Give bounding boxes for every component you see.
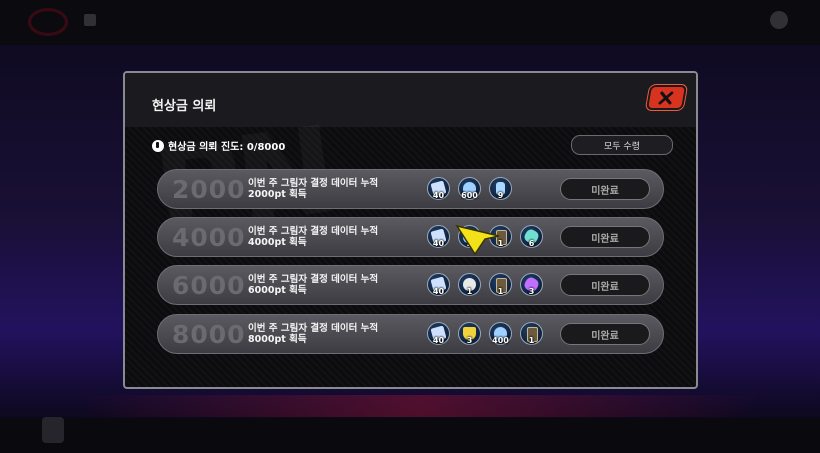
bounty-description: 이번 주 그림자 결정 데이터 누적 8000pt 획득 bbox=[248, 323, 378, 345]
reward-item[interactable]: 9 bbox=[489, 177, 512, 200]
bounty-description-line2: 4000pt 획득 bbox=[248, 237, 307, 248]
bounty-description-line2: 8000pt 획득 bbox=[248, 334, 307, 345]
reward-count: 40 bbox=[432, 287, 445, 296]
bounty-description: 이번 주 그림자 결정 데이터 누적 6000pt 획득 bbox=[248, 274, 378, 296]
reward-count: 6 bbox=[528, 239, 535, 248]
bounty-description-line1: 이번 주 그림자 결정 데이터 누적 bbox=[248, 274, 379, 285]
reward-item[interactable]: 40 bbox=[427, 177, 450, 200]
reward-item[interactable]: 3 bbox=[520, 273, 543, 296]
bounty-threshold: 4000 bbox=[172, 223, 246, 252]
status-button[interactable]: 미완료 bbox=[560, 274, 650, 296]
reward-item[interactable]: 1 bbox=[458, 273, 481, 296]
bounty-description-line2: 6000pt 획득 bbox=[248, 285, 307, 296]
bounty-description-line2: 2000pt 획득 bbox=[248, 189, 307, 200]
reward-count: 40 bbox=[432, 336, 445, 345]
reward-item[interactable]: 40 bbox=[427, 273, 450, 296]
reward-item[interactable]: 3 bbox=[458, 322, 481, 345]
reward-item[interactable]: 40 bbox=[427, 322, 450, 345]
bounty-threshold: 2000 bbox=[172, 175, 246, 204]
reward-count: 600 bbox=[461, 191, 478, 200]
reward-item[interactable]: 1 bbox=[489, 273, 512, 296]
bounty-row: 6000 이번 주 그림자 결정 데이터 누적 6000pt 획득 40 1 1 3 미완료 bbox=[157, 265, 664, 305]
claim-all-button[interactable]: 모두 수령 bbox=[571, 135, 673, 155]
status-button[interactable]: 미완료 bbox=[560, 178, 650, 200]
info-icon bbox=[152, 139, 164, 152]
reward-count: 40 bbox=[432, 239, 445, 248]
bounty-description-line1: 이번 주 그림자 결정 데이터 누적 bbox=[248, 178, 379, 189]
reward-count: 400 bbox=[492, 336, 509, 345]
reward-count: 40 bbox=[432, 191, 445, 200]
bounty-progress: 현상금 의뢰 진도: 0/8000 bbox=[152, 138, 285, 153]
reward-count: 1 bbox=[466, 287, 473, 296]
pointer-arrow-icon bbox=[455, 224, 500, 256]
bounty-description-line1: 이번 주 그림자 결정 데이터 누적 bbox=[248, 323, 379, 334]
close-button[interactable] bbox=[645, 85, 688, 110]
reward-item[interactable]: 40 bbox=[427, 225, 450, 248]
bounty-row: 4000이번 주 그림자 결정 데이터 누적4000pt 획득40216미완료 bbox=[157, 217, 664, 257]
bounty-row: 8000 이번 주 그림자 결정 데이터 누적 8000pt 획득 40 3 400 1 미완… bbox=[157, 314, 664, 354]
status-button[interactable]: 미완료 bbox=[560, 323, 650, 345]
status-button[interactable]: 미완료 bbox=[560, 226, 650, 248]
bounty-description-line1: 이번 주 그림자 결정 데이터 누적 bbox=[248, 226, 379, 237]
close-icon bbox=[658, 91, 674, 105]
bounty-description: 이번 주 그림자 결정 데이터 누적 2000pt 획득 bbox=[248, 178, 378, 200]
dialog-title: 현상금 의뢰 bbox=[152, 99, 217, 114]
reward-count: 3 bbox=[466, 336, 473, 345]
bounty-dialog: PN 현상금 의뢰 현상금 의뢰 진도: 0/8000 모두 수령 2000이번… bbox=[123, 71, 698, 389]
reward-item[interactable]: 1 bbox=[520, 322, 543, 345]
reward-count: 9 bbox=[497, 191, 504, 200]
reward-item[interactable]: 400 bbox=[489, 322, 512, 345]
reward-count: 1 bbox=[528, 336, 535, 345]
bounty-description: 이번 주 그림자 결정 데이터 누적 4000pt 획득 bbox=[248, 226, 378, 248]
progress-label: 현상금 의뢰 진도: 0/8000 bbox=[168, 142, 286, 153]
reward-item[interactable]: 600 bbox=[458, 177, 481, 200]
reward-count: 1 bbox=[497, 287, 504, 296]
reward-count: 3 bbox=[528, 287, 535, 296]
bounty-threshold: 6000 bbox=[172, 271, 246, 300]
reward-item[interactable]: 6 bbox=[520, 225, 543, 248]
bounty-threshold: 8000 bbox=[172, 320, 246, 349]
bounty-row: 2000 이번 주 그림자 결정 데이터 누적 2000pt 획득 40 600 9 미완료 bbox=[157, 169, 664, 209]
